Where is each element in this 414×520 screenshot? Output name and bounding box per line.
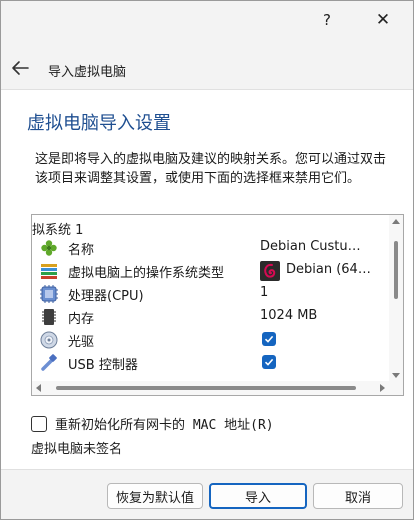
tree-row-optical-drive[interactable]: 光驱 xyxy=(32,328,384,351)
tree-row-ram[interactable]: 内存 1024 MB xyxy=(32,305,384,328)
ram-icon xyxy=(42,309,56,325)
tree-row-cpu[interactable]: 处理器(CPU) 1 xyxy=(32,282,384,305)
row-label: 处理器(CPU) xyxy=(68,289,144,304)
row-value[interactable]: 1 xyxy=(260,285,268,300)
debian-logo-icon xyxy=(260,261,280,281)
row-label: 虚拟电脑上的操作系统类型 xyxy=(68,266,225,281)
scrollbar-thumb[interactable] xyxy=(56,386,356,390)
reinit-mac-checkbox[interactable] xyxy=(31,416,47,432)
appliance-settings-tree[interactable]: 拟系统 1 名称 Debian Custu… 虚拟电脑上的操作系统类型 Debi… xyxy=(31,214,404,396)
close-button[interactable]: ✕ xyxy=(363,7,403,33)
vertical-scrollbar[interactable] xyxy=(389,215,403,395)
optical-drive-checkbox[interactable] xyxy=(262,332,276,346)
signature-status: 虚拟电脑未签名 xyxy=(31,442,123,457)
row-value[interactable]: 1024 MB xyxy=(260,308,317,323)
cancel-button[interactable]: 取消 xyxy=(313,483,403,509)
row-label: 内存 xyxy=(68,312,95,327)
page-heading: 虚拟电脑导入设置 xyxy=(27,113,171,134)
horizontal-scrollbar[interactable] xyxy=(32,381,389,395)
usb-checkbox[interactable] xyxy=(262,355,276,369)
row-label: USB 控制器 xyxy=(68,358,138,373)
optical-drive-icon xyxy=(40,331,58,349)
os-type-icon xyxy=(41,264,57,279)
wizard-title: 导入虚拟电脑 xyxy=(48,65,127,80)
reinit-mac-label[interactable]: 重新初始化所有网卡的 MAC 地址(R) xyxy=(55,414,274,433)
usb-icon xyxy=(41,354,57,371)
tree-row-name[interactable]: 名称 Debian Custu… xyxy=(32,236,384,259)
help-button[interactable]: ? xyxy=(307,7,347,33)
cpu-icon xyxy=(40,285,58,303)
row-value[interactable]: Debian (64… xyxy=(286,262,371,277)
scroll-up-icon[interactable] xyxy=(392,219,400,224)
page-description: 这是即将导入的虚拟电脑及建议的映射关系。您可以通过双击该项目来调整其设置，或使用… xyxy=(35,152,387,186)
scrollbar-thumb[interactable] xyxy=(394,241,398,299)
row-label: 名称 xyxy=(68,243,95,258)
tree-row-usb[interactable]: USB 控制器 xyxy=(32,351,384,374)
dialog-window: ? ✕ 导入虚拟电脑 虚拟电脑导入设置 这是即将导入的虚拟电脑及建议的映射关系。… xyxy=(0,0,414,520)
name-icon xyxy=(41,240,57,256)
content-panel: 虚拟电脑导入设置 这是即将导入的虚拟电脑及建议的映射关系。您可以通过双击该项目来… xyxy=(1,89,413,470)
row-label: 光驱 xyxy=(68,335,95,350)
import-button[interactable]: 导入 xyxy=(209,483,307,509)
scroll-left-icon[interactable] xyxy=(36,384,41,392)
back-arrow-icon[interactable] xyxy=(9,57,31,79)
row-value[interactable]: Debian Custu… xyxy=(260,239,361,254)
wizard-nav: 导入虚拟电脑 xyxy=(1,51,413,89)
scroll-down-icon[interactable] xyxy=(392,373,400,378)
scroll-right-icon[interactable] xyxy=(380,384,385,392)
tree-row-os-type[interactable]: 虚拟电脑上的操作系统类型 Debian (64… xyxy=(32,259,384,282)
restore-defaults-button[interactable]: 恢复为默认值 xyxy=(107,483,203,509)
